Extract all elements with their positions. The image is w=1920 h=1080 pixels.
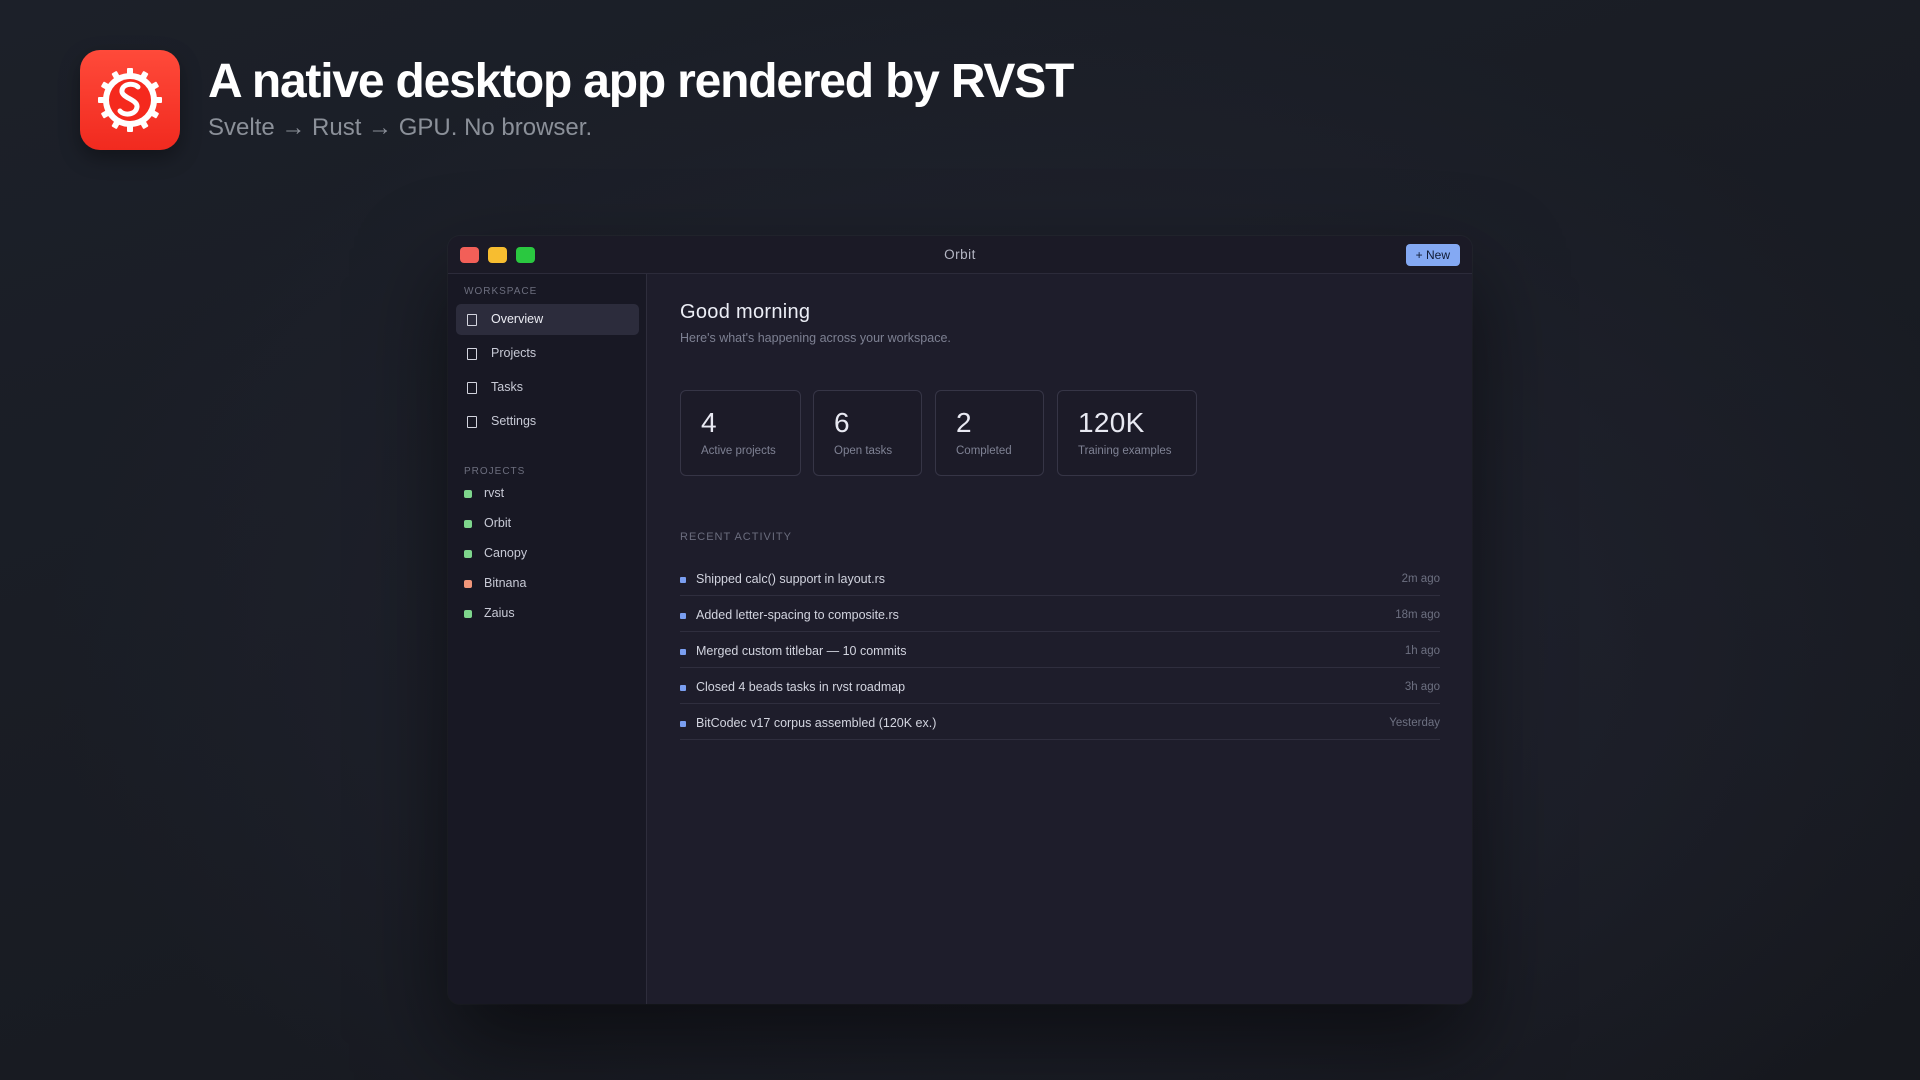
new-button[interactable]: + New — [1405, 244, 1460, 266]
bullet-icon — [680, 577, 686, 583]
stat-card-completed: 2 Completed — [935, 390, 1044, 476]
window-title: Orbit — [944, 247, 976, 262]
project-status-dot — [464, 490, 472, 498]
project-item-zaius[interactable]: Zaius — [464, 604, 634, 624]
activity-text: BitCodec v17 corpus assembled (120K ex.) — [696, 716, 937, 730]
sidebar-item-label: Settings — [491, 414, 537, 428]
sidebar-item-label: Tasks — [491, 380, 523, 394]
hero-title: A native desktop app rendered by RVST — [208, 55, 1074, 108]
sidebar-item-settings[interactable]: Settings — [456, 406, 639, 437]
activity-row[interactable]: Closed 4 beads tasks in rvst roadmap 3h … — [680, 668, 1440, 704]
main-content: Good morning Here's what's happening acr… — [648, 274, 1472, 1004]
workspace-section-label: WORKSPACE — [464, 286, 538, 297]
activity-time: 18m ago — [1395, 609, 1440, 621]
project-status-dot — [464, 610, 472, 618]
page-title: Good morning — [680, 301, 811, 323]
activity-time: 2m ago — [1401, 573, 1440, 585]
square-outline-icon — [467, 348, 477, 360]
project-label: Zaius — [484, 606, 515, 620]
activity-text: Closed 4 beads tasks in rvst roadmap — [696, 680, 906, 694]
project-item-orbit[interactable]: Orbit — [464, 514, 634, 534]
stat-card-training-examples: 120K Training examples — [1057, 390, 1197, 476]
stat-value: 120K — [1078, 407, 1145, 438]
projects-section-label: PROJECTS — [464, 466, 526, 477]
bullet-icon — [680, 613, 686, 619]
activity-list: Shipped calc() support in layout.rs 2m a… — [680, 560, 1440, 740]
stat-value: 4 — [701, 407, 717, 438]
activity-time: 3h ago — [1404, 681, 1440, 693]
sidebar-item-overview[interactable]: Overview — [456, 304, 639, 335]
project-status-dot — [464, 550, 472, 558]
square-outline-icon — [467, 314, 477, 326]
sidebar-item-projects[interactable]: Projects — [456, 338, 639, 369]
page-subtitle: Here's what's happening across your work… — [680, 331, 951, 345]
stat-value: 2 — [956, 407, 972, 438]
stat-label: Completed — [956, 445, 1012, 457]
stat-card-active-projects: 4 Active projects — [680, 390, 801, 476]
activity-time: 1h ago — [1404, 645, 1440, 657]
bullet-icon — [680, 649, 686, 655]
activity-row[interactable]: Added letter-spacing to composite.rs 18m… — [680, 596, 1440, 632]
activity-time: Yesterday — [1389, 717, 1440, 729]
project-label: Canopy — [484, 546, 528, 560]
activity-text: Shipped calc() support in layout.rs — [696, 572, 885, 586]
activity-row[interactable]: BitCodec v17 corpus assembled (120K ex.)… — [680, 704, 1440, 740]
hero-subtitle: Svelte → Rust → GPU. No browser. — [208, 114, 593, 141]
project-label: rvst — [484, 486, 505, 500]
activity-text: Merged custom titlebar — 10 commits — [696, 644, 907, 658]
bullet-icon — [680, 721, 686, 727]
activity-row[interactable]: Merged custom titlebar — 10 commits 1h a… — [680, 632, 1440, 668]
titlebar[interactable]: Orbit + New — [448, 236, 1472, 274]
square-outline-icon — [467, 416, 477, 428]
activity-row[interactable]: Shipped calc() support in layout.rs 2m a… — [680, 560, 1440, 596]
stat-label: Training examples — [1078, 445, 1172, 457]
app-window: Orbit + New WORKSPACE Overview Projects … — [448, 236, 1472, 1004]
sidebar-item-label: Projects — [491, 346, 537, 360]
stat-value: 6 — [834, 407, 850, 438]
project-status-dot — [464, 580, 472, 588]
sidebar-item-tasks[interactable]: Tasks — [456, 372, 639, 403]
bullet-icon — [680, 685, 686, 691]
activity-text: Added letter-spacing to composite.rs — [696, 608, 899, 622]
recent-activity-label: RECENT ACTIVITY — [680, 531, 792, 543]
project-status-dot — [464, 520, 472, 528]
stat-card-open-tasks: 6 Open tasks — [813, 390, 922, 476]
svelte-logo-icon — [80, 50, 180, 150]
stat-label: Open tasks — [834, 445, 893, 457]
square-outline-icon — [467, 382, 477, 394]
project-item-rvst[interactable]: rvst — [464, 484, 634, 504]
sidebar: WORKSPACE Overview Projects Tasks Settin… — [448, 274, 647, 1004]
stat-label: Active projects — [701, 445, 776, 457]
project-label: Bitnana — [484, 576, 527, 590]
project-item-canopy[interactable]: Canopy — [464, 544, 634, 564]
project-label: Orbit — [484, 516, 512, 530]
project-item-bitnana[interactable]: Bitnana — [464, 574, 634, 594]
sidebar-item-label: Overview — [491, 312, 544, 326]
